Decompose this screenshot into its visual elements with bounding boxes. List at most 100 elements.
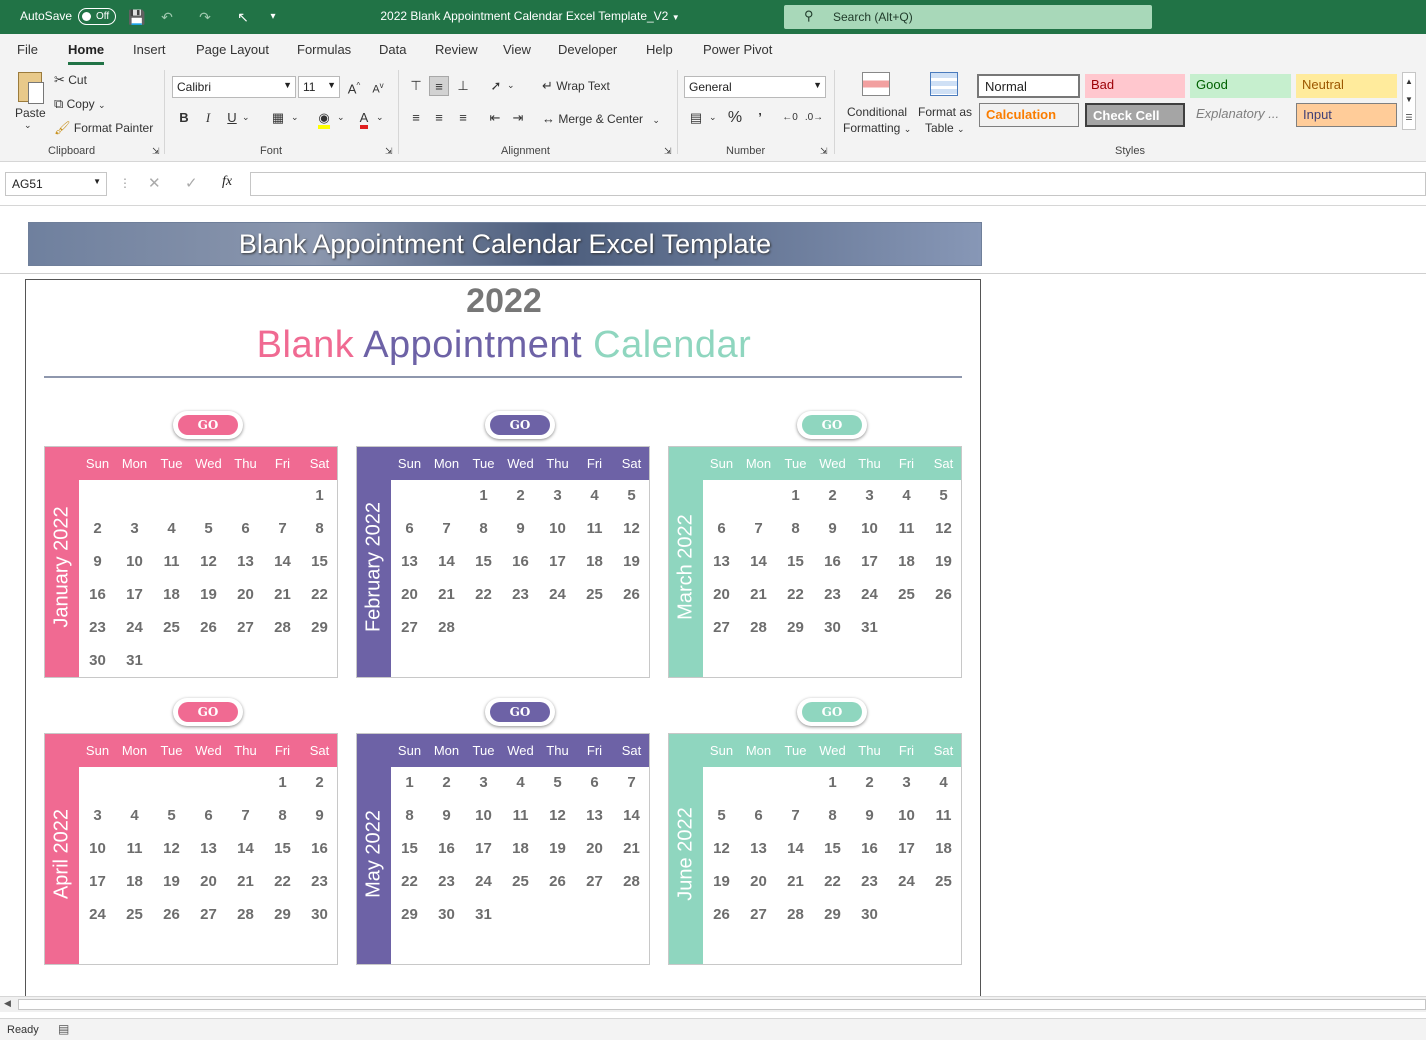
day-cell[interactable]: 10 [116,553,153,570]
align-top-icon[interactable]: ⊤ [406,76,426,96]
day-cell[interactable]: 30 [428,906,465,923]
day-cell[interactable]: 14 [740,553,777,570]
day-cell[interactable]: 11 [925,807,962,824]
style-explanatory[interactable]: Explanatory ... [1190,103,1291,127]
day-cell[interactable]: 16 [851,840,888,857]
day-cell[interactable]: 11 [888,520,925,537]
redo-icon[interactable]: ↷ [196,8,214,26]
day-cell[interactable]: 16 [301,840,338,857]
format-as-table-label-2[interactable]: Table ⌄ [925,121,965,135]
alignment-launcher-icon[interactable]: ⇲ [664,146,672,157]
tab-home[interactable]: Home [68,42,105,65]
day-cell[interactable]: 5 [190,520,227,537]
day-cell[interactable]: 21 [740,586,777,603]
day-cell[interactable]: 29 [264,906,301,923]
go-button[interactable]: GO [485,698,555,726]
day-cell[interactable]: 29 [301,619,338,636]
day-cell[interactable]: 4 [925,774,962,791]
day-cell[interactable]: 29 [814,906,851,923]
day-cell[interactable]: 4 [502,774,539,791]
font-color-dropdown-icon[interactable]: ⌄ [376,112,384,123]
day-cell[interactable]: 6 [190,807,227,824]
day-cell[interactable]: 1 [301,487,338,504]
day-cell[interactable]: 13 [227,553,264,570]
day-cell[interactable]: 11 [153,553,190,570]
day-cell[interactable]: 12 [153,840,190,857]
day-cell[interactable]: 22 [465,586,502,603]
day-cell[interactable]: 30 [79,652,116,669]
day-cell[interactable]: 7 [428,520,465,537]
day-cell[interactable]: 15 [777,553,814,570]
bold-button[interactable]: B [174,108,194,128]
day-cell[interactable]: 7 [227,807,264,824]
day-cell[interactable]: 23 [428,873,465,890]
day-cell[interactable]: 23 [851,873,888,890]
day-cell[interactable]: 25 [925,873,962,890]
day-cell[interactable]: 15 [814,840,851,857]
day-cell[interactable]: 15 [301,553,338,570]
day-cell[interactable]: 22 [814,873,851,890]
day-cell[interactable]: 1 [777,487,814,504]
day-cell[interactable]: 21 [227,873,264,890]
orientation-dropdown-icon[interactable]: ⌄ [507,80,515,91]
day-cell[interactable]: 12 [703,840,740,857]
wrap-text-button[interactable]: ↵ Wrap Text [542,78,610,94]
day-cell[interactable]: 31 [116,652,153,669]
day-cell[interactable]: 20 [391,586,428,603]
day-cell[interactable]: 4 [888,487,925,504]
day-cell[interactable]: 2 [502,487,539,504]
increase-decimal-icon[interactable]: ←0 [780,108,800,128]
go-button[interactable]: GO [173,698,243,726]
tab-file[interactable]: File [17,42,38,57]
day-cell[interactable]: 15 [391,840,428,857]
merge-center-button[interactable]: ↔ Merge & Center ⌄ [542,111,660,126]
day-cell[interactable]: 24 [851,586,888,603]
day-cell[interactable]: 19 [153,873,190,890]
number-launcher-icon[interactable]: ⇲ [820,146,828,157]
go-button[interactable]: GO [173,411,243,439]
day-cell[interactable]: 2 [428,774,465,791]
day-cell[interactable]: 29 [777,619,814,636]
day-cell[interactable]: 17 [851,553,888,570]
increase-indent-icon[interactable]: ⇥ [508,108,528,128]
day-cell[interactable]: 3 [116,520,153,537]
paste-dropdown-icon[interactable]: ⌄ [24,120,32,131]
align-middle-icon[interactable]: ≡ [429,76,449,96]
style-check-cell[interactable]: Check Cell [1085,103,1185,127]
day-cell[interactable]: 10 [539,520,576,537]
tab-formulas[interactable]: Formulas [297,42,351,57]
decrease-decimal-icon[interactable]: .0→ [804,108,824,128]
cut-button[interactable]: ✂ Cut [54,72,87,88]
day-cell[interactable]: 18 [116,873,153,890]
tab-data[interactable]: Data [379,42,406,57]
font-size-combo[interactable]: 11 ▼ [298,76,340,98]
day-cell[interactable]: 13 [391,553,428,570]
accounting-dropdown-icon[interactable]: ⌄ [709,112,717,123]
day-cell[interactable]: 27 [740,906,777,923]
day-cell[interactable]: 7 [264,520,301,537]
day-cell[interactable]: 10 [79,840,116,857]
day-cell[interactable]: 18 [925,840,962,857]
undo-icon[interactable]: ↶ [158,8,176,26]
day-cell[interactable]: 20 [227,586,264,603]
day-cell[interactable]: 24 [116,619,153,636]
day-cell[interactable]: 16 [428,840,465,857]
day-cell[interactable]: 23 [502,586,539,603]
day-cell[interactable]: 13 [703,553,740,570]
day-cell[interactable]: 16 [79,586,116,603]
day-cell[interactable]: 26 [613,586,650,603]
conditional-formatting-icon[interactable] [862,72,892,98]
day-cell[interactable]: 15 [465,553,502,570]
day-cell[interactable]: 27 [190,906,227,923]
accessibility-icon[interactable]: ▤ [58,1022,69,1036]
style-good[interactable]: Good [1190,74,1291,98]
italic-button[interactable]: I [198,108,218,128]
align-left-icon[interactable]: ≡ [406,108,426,128]
comma-style-icon[interactable]: ’ [750,108,770,128]
day-cell[interactable]: 3 [888,774,925,791]
day-cell[interactable]: 23 [79,619,116,636]
autosave-toggle[interactable]: Off [78,8,116,25]
tab-view[interactable]: View [503,42,531,57]
orientation-icon[interactable]: ➚ [486,76,506,96]
day-cell[interactable]: 9 [301,807,338,824]
